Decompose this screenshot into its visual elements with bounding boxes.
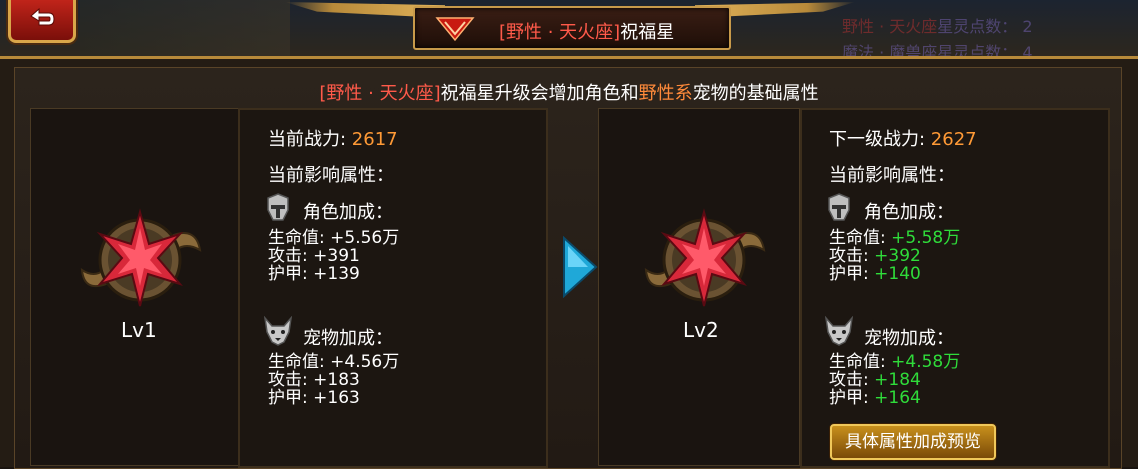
constellation-emblem-icon [435,17,475,42]
wolf-head-icon [824,316,854,346]
background-decoration [80,0,290,60]
current-power: 当前战力: 2617 [268,129,398,150]
current-attr-label: 当前影响属性： [268,165,394,186]
back-button[interactable] [8,0,76,43]
star-medal-icon [80,208,202,307]
next-pet-def: 护甲: +164 [829,388,921,408]
wolf-head-icon [263,316,293,346]
next-pet-label: 宠物加成： [864,328,954,349]
current-pet-def: 护甲: +163 [268,388,360,408]
page-title: [野性 · 天火座]祝福星 [499,18,674,44]
title-suffix: 祝福星 [620,22,675,43]
current-role-def: 护甲: +139 [268,264,360,284]
current-level: Lv1 [121,318,157,342]
title-prefix: [野性 · 天火座] [499,22,621,43]
next-role-def: 护甲: +140 [829,264,921,284]
current-pet-label: 宠物加成： [303,328,393,349]
next-level: Lv2 [683,318,719,342]
current-role-label: 角色加成： [303,202,393,223]
attribute-preview-button[interactable]: 具体属性加成预览 [830,424,996,460]
helmet-icon [267,193,289,221]
title-bar: [野性 · 天火座]祝福星 [285,0,855,50]
next-role-hp: 生命值: +5.58万 [829,228,961,248]
star-medal-icon [644,208,766,307]
next-power: 下一级战力: 2627 [829,129,977,150]
title-plate: [野性 · 天火座]祝福星 [413,6,731,50]
current-role-atk: 攻击: +391 [268,246,360,266]
next-pet-hp: 生命值: +4.58万 [829,352,961,372]
next-pet-atk: 攻击: +184 [829,370,921,390]
current-pet-atk: 攻击: +183 [268,370,360,390]
next-role-atk: 攻击: +392 [829,246,921,266]
next-attr-label: 当前影响属性： [829,165,955,186]
star-points-line-1: 野性 · 天火座星灵点数： 2 [842,17,1033,36]
helmet-icon [828,193,850,221]
current-pet-hp: 生命值: +4.56万 [268,352,400,372]
back-arrow-icon [30,7,55,26]
next-arrow-icon [563,236,598,298]
next-role-label: 角色加成： [864,202,954,223]
panel-header: [野性 · 天火座]祝福星升级会增加角色和野性系宠物的基础属性 [319,83,819,104]
current-role-hp: 生命值: +5.56万 [268,228,400,248]
